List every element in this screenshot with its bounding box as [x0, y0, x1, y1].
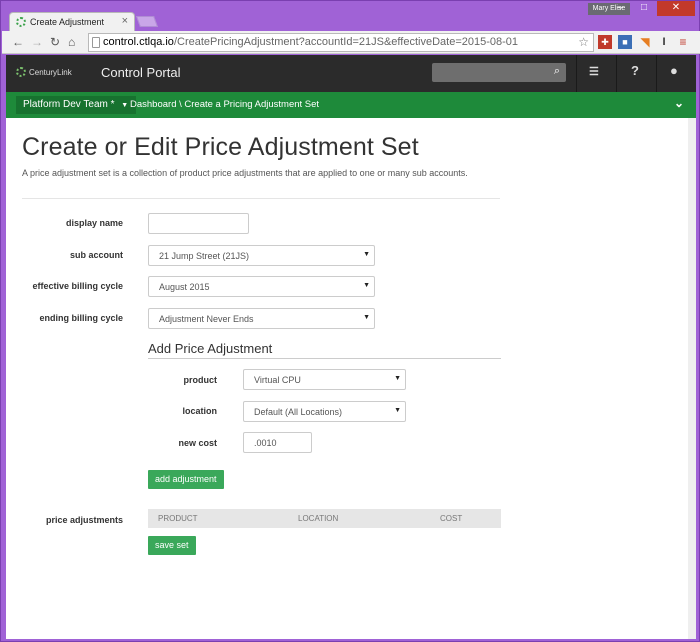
logo-mark-icon	[16, 67, 26, 77]
web-page: CenturyLink Control Portal ⌕ ☰ ? ● Platf…	[6, 55, 696, 639]
logo-text: CenturyLink	[29, 68, 72, 77]
servers-icon[interactable]: ☰	[589, 65, 599, 78]
column-header-location: LOCATION	[298, 514, 339, 523]
location-select[interactable]: Default (All Locations) ▼	[243, 401, 406, 422]
breadcrumb[interactable]: Dashboard \ Create a Pricing Adjustment …	[130, 99, 319, 110]
price-adjustments-table-header: PRODUCT LOCATION COST	[148, 509, 501, 528]
extension-red-icon[interactable]: ✚	[598, 35, 612, 49]
favicon-icon	[16, 17, 26, 27]
effective-billing-cycle-label: effective billing cycle	[32, 281, 123, 291]
divider	[22, 198, 500, 199]
browser-toolbar: ← → ↻ ⌂ control.ctlqa.io/CreatePricingAd…	[2, 31, 700, 54]
team-label: Platform Dev Team *	[23, 99, 115, 110]
account-nav-bar: Platform Dev Team * ▼ Dashboard \ Create…	[6, 92, 696, 118]
dropdown-caret-icon: ▼	[363, 314, 370, 321]
tab-close-icon[interactable]: ×	[122, 15, 128, 27]
product-value: Virtual CPU	[254, 375, 301, 385]
price-adjustments-label: price adjustments	[45, 515, 123, 525]
new-tab-button[interactable]	[135, 16, 159, 27]
dropdown-caret-icon: ▼	[394, 375, 401, 382]
page-icon	[92, 37, 100, 48]
rss-icon[interactable]: ◥	[638, 35, 652, 49]
maximize-icon[interactable]: □	[633, 1, 655, 16]
chevron-down-icon: ▼	[121, 102, 129, 109]
portal-header: CenturyLink Control Portal ⌕ ☰ ? ●	[6, 55, 696, 92]
add-price-adjustment-heading: Add Price Adjustment	[148, 341, 273, 356]
reload-icon[interactable]: ↻	[50, 35, 60, 49]
minimize-icon[interactable]: –	[609, 1, 631, 16]
page-description: A price adjustment set is a collection o…	[22, 168, 468, 178]
address-bar[interactable]: control.ctlqa.io/CreatePricingAdjustment…	[88, 33, 594, 52]
search-icon[interactable]: ⌕	[554, 65, 560, 78]
ending-billing-cycle-select[interactable]: Adjustment Never Ends ▼	[148, 308, 375, 329]
display-name-label: display name	[65, 218, 123, 228]
url-host: control.ctlqa.io	[103, 36, 174, 48]
tab-title: Create Adjustment	[30, 17, 105, 27]
home-icon[interactable]: ⌂	[68, 35, 75, 49]
dropdown-caret-icon: ▼	[363, 251, 370, 258]
location-value: Default (All Locations)	[254, 407, 343, 417]
product-label: product	[183, 375, 218, 385]
new-cost-label: new cost	[178, 438, 217, 448]
header-divider	[576, 55, 577, 92]
ending-billing-cycle-label: ending billing cycle	[39, 313, 123, 323]
scrollbar[interactable]	[688, 118, 696, 639]
close-window-icon[interactable]: ✕	[657, 1, 695, 16]
column-header-product: PRODUCT	[158, 514, 198, 523]
dropdown-caret-icon: ▼	[394, 407, 401, 414]
display-name-field[interactable]	[148, 213, 249, 234]
portal-title: Control Portal	[101, 65, 181, 80]
info-extension-icon[interactable]: I	[657, 35, 671, 49]
section-divider	[148, 358, 501, 359]
effective-billing-cycle-value: August 2015	[159, 282, 210, 292]
sub-account-label: sub account	[69, 250, 123, 260]
help-icon[interactable]: ?	[631, 63, 639, 78]
ending-billing-cycle-value: Adjustment Never Ends	[159, 314, 254, 324]
menu-icon[interactable]: ≡	[676, 35, 690, 49]
user-icon[interactable]: ●	[670, 63, 678, 78]
sub-account-select[interactable]: 21 Jump Street (21JS) ▼	[148, 245, 375, 266]
product-select[interactable]: Virtual CPU ▼	[243, 369, 406, 390]
save-set-button[interactable]: save set	[148, 536, 196, 555]
url-path: /CreatePricingAdjustment?accountId=21JS&…	[173, 36, 519, 48]
location-label: location	[182, 406, 217, 416]
window-controls: – □ ✕	[609, 1, 695, 16]
sub-account-value: 21 Jump Street (21JS)	[159, 251, 250, 261]
expand-chevron-icon[interactable]: ⌄	[674, 96, 684, 110]
extension-blue-icon[interactable]: ■	[618, 35, 632, 49]
header-divider	[656, 55, 657, 92]
header-divider	[616, 55, 617, 92]
add-adjustment-button[interactable]: add adjustment	[148, 470, 224, 489]
search-input[interactable]: ⌕	[432, 63, 566, 82]
new-cost-field[interactable]: .0010	[243, 432, 312, 453]
team-dropdown[interactable]: Platform Dev Team * ▼	[16, 96, 137, 114]
title-bar: Create Adjustment × Mary Elise – □ ✕	[1, 1, 700, 32]
bookmark-star-icon[interactable]: ☆	[578, 35, 589, 49]
browser-tab[interactable]: Create Adjustment ×	[9, 12, 135, 32]
page-title: Create or Edit Price Adjustment Set	[22, 133, 419, 161]
column-header-cost: COST	[440, 514, 463, 523]
back-arrow-icon[interactable]: ←	[12, 35, 24, 49]
dropdown-caret-icon: ▼	[363, 282, 370, 289]
browser-window: Create Adjustment × Mary Elise – □ ✕ ← →…	[0, 0, 700, 642]
centurylink-logo[interactable]: CenturyLink	[16, 67, 72, 77]
forward-arrow-icon[interactable]: →	[31, 35, 43, 49]
effective-billing-cycle-select[interactable]: August 2015 ▼	[148, 276, 375, 297]
